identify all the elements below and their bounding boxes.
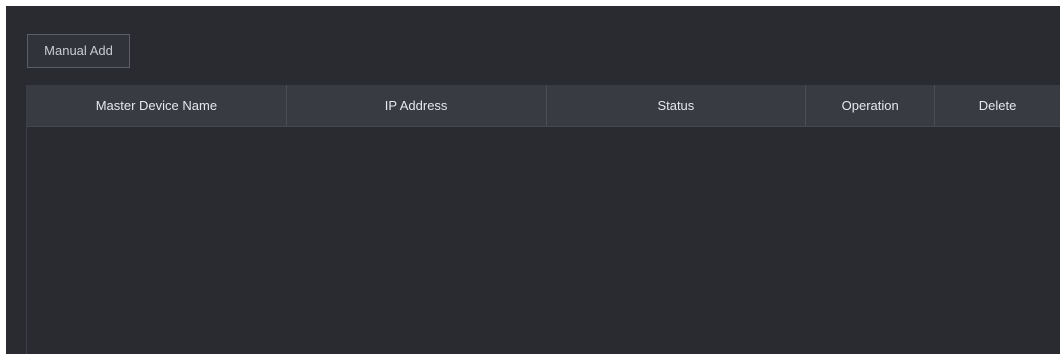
- table-body: [27, 127, 1060, 354]
- column-header-status[interactable]: Status: [547, 85, 807, 126]
- device-table: Master Device Name IP Address Status Ope…: [26, 85, 1060, 354]
- manual-add-button[interactable]: Manual Add: [27, 34, 130, 68]
- column-header-ip-address[interactable]: IP Address: [287, 85, 547, 126]
- column-header-operation[interactable]: Operation: [806, 85, 936, 126]
- column-header-master-device-name[interactable]: Master Device Name: [27, 85, 287, 126]
- table-header: Master Device Name IP Address Status Ope…: [27, 85, 1060, 127]
- column-header-delete[interactable]: Delete: [935, 85, 1060, 126]
- main-panel: Manual Add Master Device Name IP Address…: [6, 6, 1060, 354]
